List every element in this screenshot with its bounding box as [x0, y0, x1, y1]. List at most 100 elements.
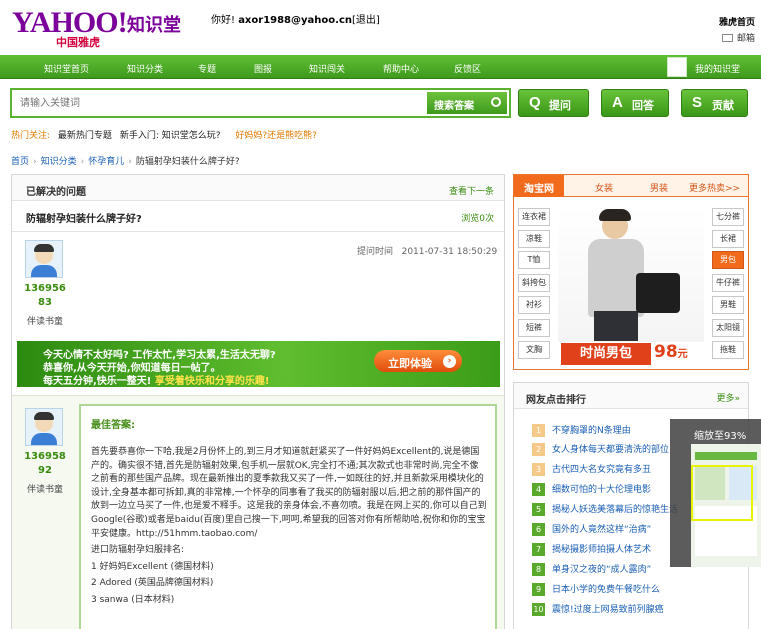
- ranking-item[interactable]: 3 古代四大名女究竟有多丑: [532, 462, 651, 476]
- breadcrumb-categories[interactable]: 知识分类: [41, 157, 77, 167]
- ad-price-bar: 时尚男包 98元: [558, 342, 704, 367]
- nav-item-topics[interactable]: 专题: [198, 62, 216, 75]
- ranking-item-label: 揭秘人妖选美落幕后的惊艳生活: [552, 505, 679, 515]
- ranking-item-label: 古代四大名女究竟有多丑: [552, 465, 652, 475]
- best-answer-label: 最佳答案:: [91, 420, 135, 431]
- answerer-id[interactable]: 136958: [17, 451, 73, 462]
- section-title: 已解决的问题: [26, 187, 86, 198]
- question-time: 提问时间 2011-07-31 18:50:29: [357, 244, 497, 257]
- asker-avatar[interactable]: [25, 240, 63, 278]
- price-unit: 元: [677, 349, 688, 360]
- user-avatar-icon[interactable]: [667, 57, 687, 77]
- category-men-bag[interactable]: 男包: [712, 251, 744, 269]
- nav-item-help[interactable]: 帮助中心: [383, 62, 419, 75]
- ranking-item[interactable]: 5 揭秘人妖选美落幕后的惊艳生活: [532, 502, 678, 516]
- ranking-item[interactable]: 1 不穿胸罩的N条理由: [532, 423, 631, 437]
- category-men-shoes[interactable]: 男鞋: [712, 296, 744, 314]
- rank-number: 1: [532, 424, 545, 437]
- search-icon: [491, 97, 501, 107]
- tab-women[interactable]: 女装: [595, 181, 613, 194]
- banner-line-3: 每天五分钟,快乐一整天! 享受着快乐和分享的乐趣!: [43, 372, 269, 387]
- category-jeans[interactable]: 牛仔裤: [712, 274, 744, 292]
- ranking-item[interactable]: 4 细数可怕的十大伦理电影: [532, 482, 651, 496]
- breadcrumb-home[interactable]: 首页: [11, 157, 29, 167]
- rank-number: 9: [532, 583, 545, 596]
- try-now-button[interactable]: 立即体验 ›: [374, 350, 462, 372]
- arrow-right-icon: ›: [443, 355, 456, 368]
- asker-id[interactable]: 136956: [17, 283, 73, 294]
- zoom-popup[interactable]: 缩放至93%: [670, 419, 761, 567]
- answerer-card: 136958 92 伴读书童: [17, 400, 73, 500]
- ranking-header: 网友点击排行 更多»: [514, 383, 748, 409]
- contribute-button[interactable]: S 贡献: [681, 89, 748, 117]
- zhishitang-logo[interactable]: 知识堂: [127, 11, 181, 37]
- try-now-label: 立即体验: [388, 357, 432, 370]
- category-shorts[interactable]: 短裤: [518, 319, 550, 337]
- category-slippers[interactable]: 拖鞋: [712, 341, 744, 359]
- hot-link-newbie[interactable]: 新手入门: 知识堂怎么玩?: [120, 131, 221, 141]
- user-email: axor1988@yahoo.cn: [238, 15, 352, 26]
- yahoo-logo[interactable]: YAHOO! 中国雅虎: [12, 8, 128, 50]
- brand-item: 3 sanwa (日本材料): [91, 594, 175, 605]
- category-cropped-pants[interactable]: 七分裤: [712, 208, 744, 226]
- category-bra[interactable]: 文胸: [518, 341, 550, 359]
- site-header: YAHOO! 中国雅虎 知识堂 你好! axor1988@yahoo.cn[退出…: [0, 0, 761, 52]
- category-sandals[interactable]: 凉鞋: [518, 230, 550, 248]
- ranking-item[interactable]: 9 日本小学的免费午餐吃什么: [532, 582, 660, 596]
- category-tshirt[interactable]: T恤: [518, 251, 550, 269]
- rank-number: 3: [532, 463, 545, 476]
- category-dress[interactable]: 连衣裙: [518, 208, 550, 226]
- asker-id-suffix[interactable]: 83: [17, 297, 73, 308]
- viewport-frame[interactable]: [691, 465, 753, 521]
- tab-men[interactable]: 男装: [650, 181, 668, 194]
- category-long-skirt[interactable]: 长裙: [712, 230, 744, 248]
- mail-link[interactable]: 邮箱: [721, 31, 755, 44]
- ranking-more-link[interactable]: 更多»: [716, 391, 740, 404]
- ranking-item[interactable]: 10 震惊!过度上网易致前列腺癌: [532, 602, 664, 616]
- nav-item-challenge[interactable]: 知识闯关: [309, 62, 345, 75]
- rank-number: 7: [532, 543, 545, 556]
- answer-button[interactable]: A 回答: [601, 89, 669, 117]
- ad-tabs: 淘宝网 女装 男装 更多热卖>>: [514, 175, 748, 197]
- breadcrumb-parenting[interactable]: 怀孕育儿: [88, 157, 124, 167]
- time-label: 提问时间: [357, 247, 394, 257]
- nav-item-feedback[interactable]: 反馈区: [454, 62, 481, 75]
- yahoo-china-text: 中国雅虎: [56, 36, 100, 49]
- ad-product-image[interactable]: 时尚男包 98元: [558, 207, 704, 367]
- brand-item: 1 好妈妈Excellent (德国材料): [91, 561, 214, 572]
- category-sunglasses[interactable]: 太阳镜: [712, 319, 744, 337]
- page-thumbnail[interactable]: [691, 444, 761, 567]
- logout-link[interactable]: [退出]: [352, 15, 380, 26]
- divider: [12, 231, 504, 232]
- answer-icon: A: [612, 94, 623, 111]
- ranking-item-label: 揭秘摄影师拍摄人体艺术: [552, 545, 652, 555]
- ranking-item[interactable]: 2 女人身体每天都要清洗的部位: [532, 442, 669, 456]
- next-question-link[interactable]: 查看下一条: [449, 184, 494, 197]
- answerer-id-suffix[interactable]: 92: [17, 465, 73, 476]
- daily-post-banner[interactable]: 今天心情不太好吗? 工作太忙,学习太累,生活太无聊? 恭喜你,从今天开始,你知道…: [17, 341, 500, 387]
- ranking-item-label: 细数可怕的十大伦理电影: [552, 485, 652, 495]
- tab-more-hot[interactable]: 更多热卖>>: [689, 181, 740, 194]
- ranking-item[interactable]: 8 单身汉之夜的“成人露肉”: [532, 562, 651, 576]
- ranking-item-label: 国外的人竟然这样“治病”: [552, 525, 652, 535]
- category-crossbody[interactable]: 斜挎包: [518, 274, 550, 292]
- ranking-item[interactable]: 6 国外的人竟然这样“治病”: [532, 522, 651, 536]
- search-input[interactable]: [14, 92, 424, 114]
- ranking-item[interactable]: 7 揭秘摄影师拍摄人体艺术: [532, 542, 651, 556]
- my-zhishitang-link[interactable]: 我的知识堂: [695, 62, 740, 75]
- yahoo-home-link[interactable]: 雅虎首页: [719, 15, 755, 28]
- nav-item-picture[interactable]: 图报: [254, 62, 272, 75]
- category-shirt[interactable]: 衬衫: [518, 296, 550, 314]
- ask-question-button[interactable]: Q 提问: [518, 89, 589, 117]
- rank-number: 2: [532, 443, 545, 456]
- hot-link-mom[interactable]: 好妈妈?还是熊吃熊?: [235, 131, 317, 141]
- hot-link-latest[interactable]: 最新热门专题: [58, 131, 112, 141]
- search-answers-button[interactable]: 搜索答案: [427, 92, 507, 114]
- nav-item-home[interactable]: 知识堂首页: [44, 62, 89, 75]
- view-count: 浏览0次: [461, 214, 494, 224]
- answer-area: 136958 92 伴读书童 最佳答案: 首先要恭喜你一下哈,我是2月份怀上的,…: [12, 395, 504, 629]
- solved-header: 已解决的问题 查看下一条: [12, 175, 504, 201]
- answerer-avatar[interactable]: [25, 408, 63, 446]
- nav-item-categories[interactable]: 知识分类: [127, 62, 163, 75]
- tab-taobao[interactable]: 淘宝网: [514, 175, 564, 197]
